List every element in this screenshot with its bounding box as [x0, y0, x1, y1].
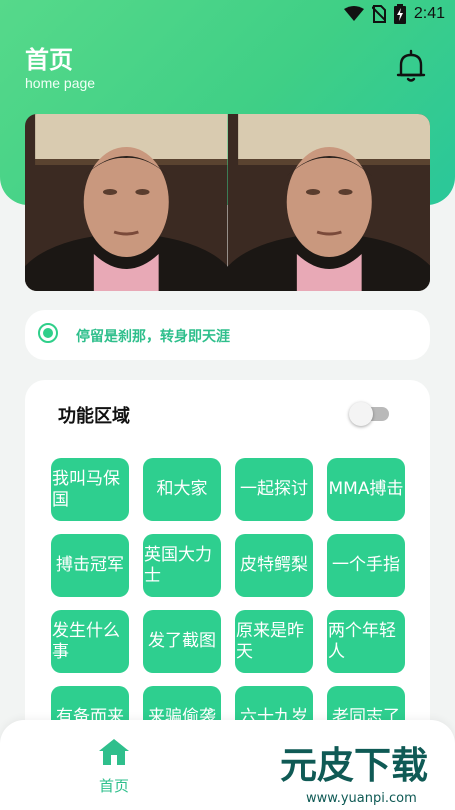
page-subtitle: home page [25, 75, 96, 91]
panel-toggle[interactable] [349, 402, 389, 426]
function-tile[interactable]: 原来是昨天 [235, 610, 313, 673]
tab-home[interactable]: 首页 [80, 738, 148, 800]
function-tile[interactable]: 两个年轻人 [327, 610, 405, 673]
radio-dot-icon [38, 323, 58, 343]
watermark-logo: 元皮下载 www.yuanpi.com [276, 730, 451, 810]
battery-charging-icon [393, 4, 406, 24]
tab-home-label: 首页 [98, 777, 129, 795]
status-time: 2:41 [413, 5, 445, 22]
function-tile[interactable]: 英国大力士 [143, 534, 221, 597]
function-tile[interactable]: MMA搏击 [327, 458, 405, 521]
home-icon [99, 739, 129, 765]
panel-title: 功能区域 [58, 406, 130, 427]
svg-text:www.yuanpi.com: www.yuanpi.com [306, 791, 417, 806]
function-tile[interactable]: 和大家 [143, 458, 221, 521]
bell-icon[interactable] [395, 48, 427, 84]
banner-carousel[interactable] [25, 114, 430, 291]
function-grid: 我叫马保国 和大家 一起探讨 MMA搏击 搏击冠军 英国大力士 皮特鳄梨 一个手… [51, 458, 411, 749]
function-tile[interactable]: 搏击冠军 [51, 534, 129, 597]
notice-text: 停留是刹那，转身即天涯 [76, 329, 230, 345]
no-sim-icon [371, 5, 386, 23]
banner-image-left [25, 114, 228, 291]
wifi-icon [343, 6, 364, 21]
page-title: 首页 [25, 46, 73, 74]
banner-image-right [227, 114, 430, 291]
function-tile[interactable]: 发生什么事 [51, 610, 129, 673]
notice-bar[interactable]: 停留是刹那，转身即天涯 [25, 310, 430, 360]
function-tile[interactable]: 一个手指 [327, 534, 405, 597]
toggle-knob [349, 402, 373, 426]
function-tile[interactable]: 一起探讨 [235, 458, 313, 521]
svg-text:元皮下载: 元皮下载 [280, 744, 428, 787]
status-bar: 2:41 [0, 0, 455, 30]
function-tile[interactable]: 发了截图 [143, 610, 221, 673]
function-tile[interactable]: 皮特鳄梨 [235, 534, 313, 597]
function-tile[interactable]: 我叫马保国 [51, 458, 129, 521]
